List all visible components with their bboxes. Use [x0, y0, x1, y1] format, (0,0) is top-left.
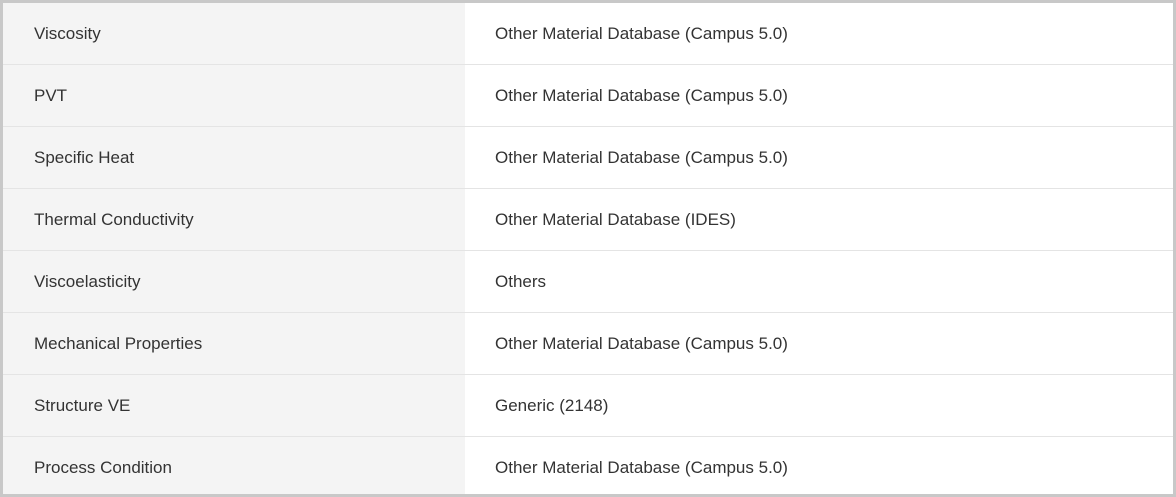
property-source-value: Other Material Database (Campus 5.0) [465, 312, 1173, 375]
property-source-value: Other Material Database (IDES) [465, 188, 1173, 251]
property-label: Viscosity [3, 3, 465, 65]
property-label: Mechanical Properties [3, 312, 465, 375]
property-source-value: Other Material Database (Campus 5.0) [465, 436, 1173, 494]
table-row-viscosity: Viscosity Other Material Database (Campu… [3, 3, 1173, 65]
table-row-pvt: PVT Other Material Database (Campus 5.0) [3, 64, 1173, 127]
property-label: Specific Heat [3, 126, 465, 189]
table-row-thermal-conductivity: Thermal Conductivity Other Material Data… [3, 188, 1173, 251]
table-row-structure-ve: Structure VE Generic (2148) [3, 374, 1173, 437]
property-label: Thermal Conductivity [3, 188, 465, 251]
table-row-process-condition: Process Condition Other Material Databas… [3, 436, 1173, 494]
property-label: Viscoelasticity [3, 250, 465, 313]
material-properties-panel: Viscosity Other Material Database (Campu… [0, 0, 1176, 497]
property-label: Process Condition [3, 436, 465, 494]
property-source-value: Generic (2148) [465, 374, 1173, 437]
table-row-specific-heat: Specific Heat Other Material Database (C… [3, 126, 1173, 189]
table-row-mechanical-properties: Mechanical Properties Other Material Dat… [3, 312, 1173, 375]
property-source-value: Other Material Database (Campus 5.0) [465, 3, 1173, 65]
property-label: PVT [3, 64, 465, 127]
property-source-value: Other Material Database (Campus 5.0) [465, 64, 1173, 127]
property-source-value: Others [465, 250, 1173, 313]
material-properties-table: Viscosity Other Material Database (Campu… [3, 3, 1173, 494]
property-source-value: Other Material Database (Campus 5.0) [465, 126, 1173, 189]
table-row-viscoelasticity: Viscoelasticity Others [3, 250, 1173, 313]
property-label: Structure VE [3, 374, 465, 437]
